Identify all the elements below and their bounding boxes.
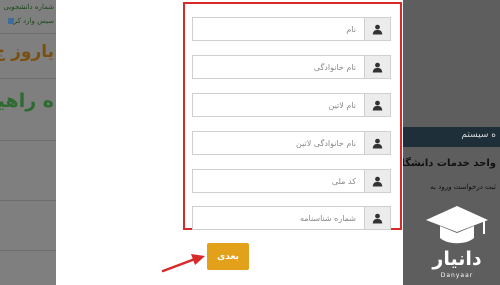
last-name-input[interactable]	[193, 56, 364, 78]
guide-heading-fragment: ه راهیا	[0, 90, 54, 112]
national-code-field	[192, 169, 391, 193]
user-icon	[364, 170, 390, 192]
service-unit-title: واحد خدمات دانشگاه	[403, 158, 496, 169]
graduation-cap-icon	[426, 206, 488, 244]
first-name-input[interactable]	[193, 18, 364, 40]
heading-fragment: یاروز ج	[0, 42, 54, 62]
birth-certificate-input[interactable]	[193, 207, 364, 229]
system-bar-text: ه سیستم	[461, 130, 496, 140]
last-name-field	[192, 55, 391, 79]
latin-last-name-field	[192, 131, 391, 155]
next-button[interactable]: بعدی	[207, 243, 249, 270]
first-name-field	[192, 17, 391, 41]
birth-certificate-field	[192, 206, 391, 230]
national-code-input[interactable]	[193, 170, 364, 192]
latin-first-name-input[interactable]	[193, 94, 364, 116]
latin-first-name-field	[192, 93, 391, 117]
enter-system-text: سیس وارد کر	[6, 17, 54, 25]
user-icon	[364, 94, 390, 116]
logo-wordmark: دانیار	[432, 248, 482, 270]
user-icon	[364, 207, 390, 229]
arrow-icon	[161, 254, 205, 273]
danyaar-logo: دانیار Danyaar	[420, 200, 494, 285]
user-icon	[364, 56, 390, 78]
student-number-label: شماره دانشجویی	[3, 3, 55, 11]
background-page-left: شماره دانشجویی سیس وارد کر یاروز ج ه راه…	[0, 0, 56, 285]
request-register-text: ثبت درخواست ورود به	[430, 183, 496, 191]
user-icon	[364, 132, 390, 154]
logo-subtitle: Danyaar	[440, 272, 474, 279]
latin-last-name-input[interactable]	[193, 132, 364, 154]
user-icon	[364, 18, 390, 40]
